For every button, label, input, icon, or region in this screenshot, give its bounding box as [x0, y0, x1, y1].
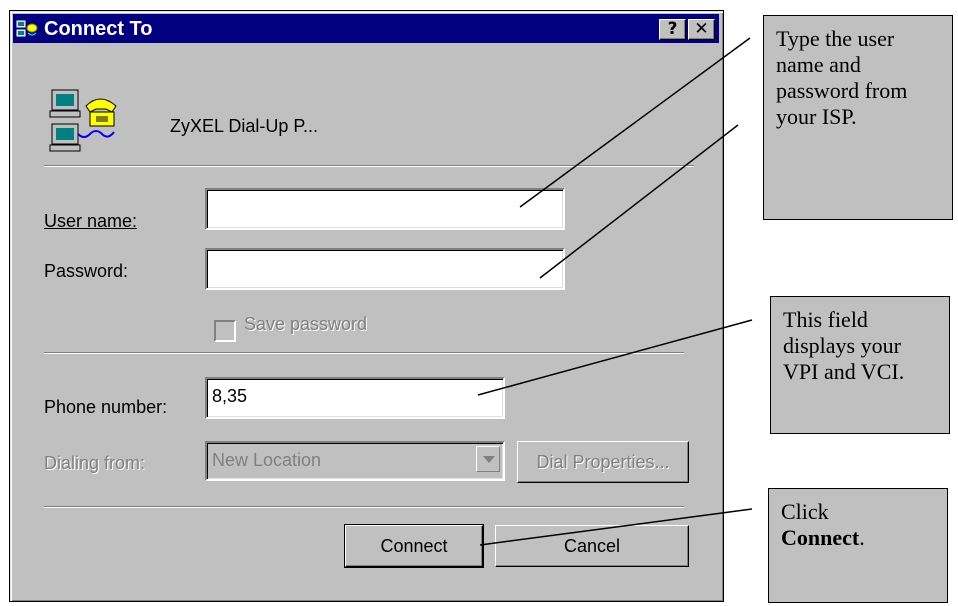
- leader-line-password: [539, 124, 739, 279]
- callout-leader-lines: [477, 37, 753, 546]
- leader-line-username: [519, 37, 751, 208]
- leader-line-phone: [477, 319, 753, 396]
- leader-line-connect: [479, 508, 753, 546]
